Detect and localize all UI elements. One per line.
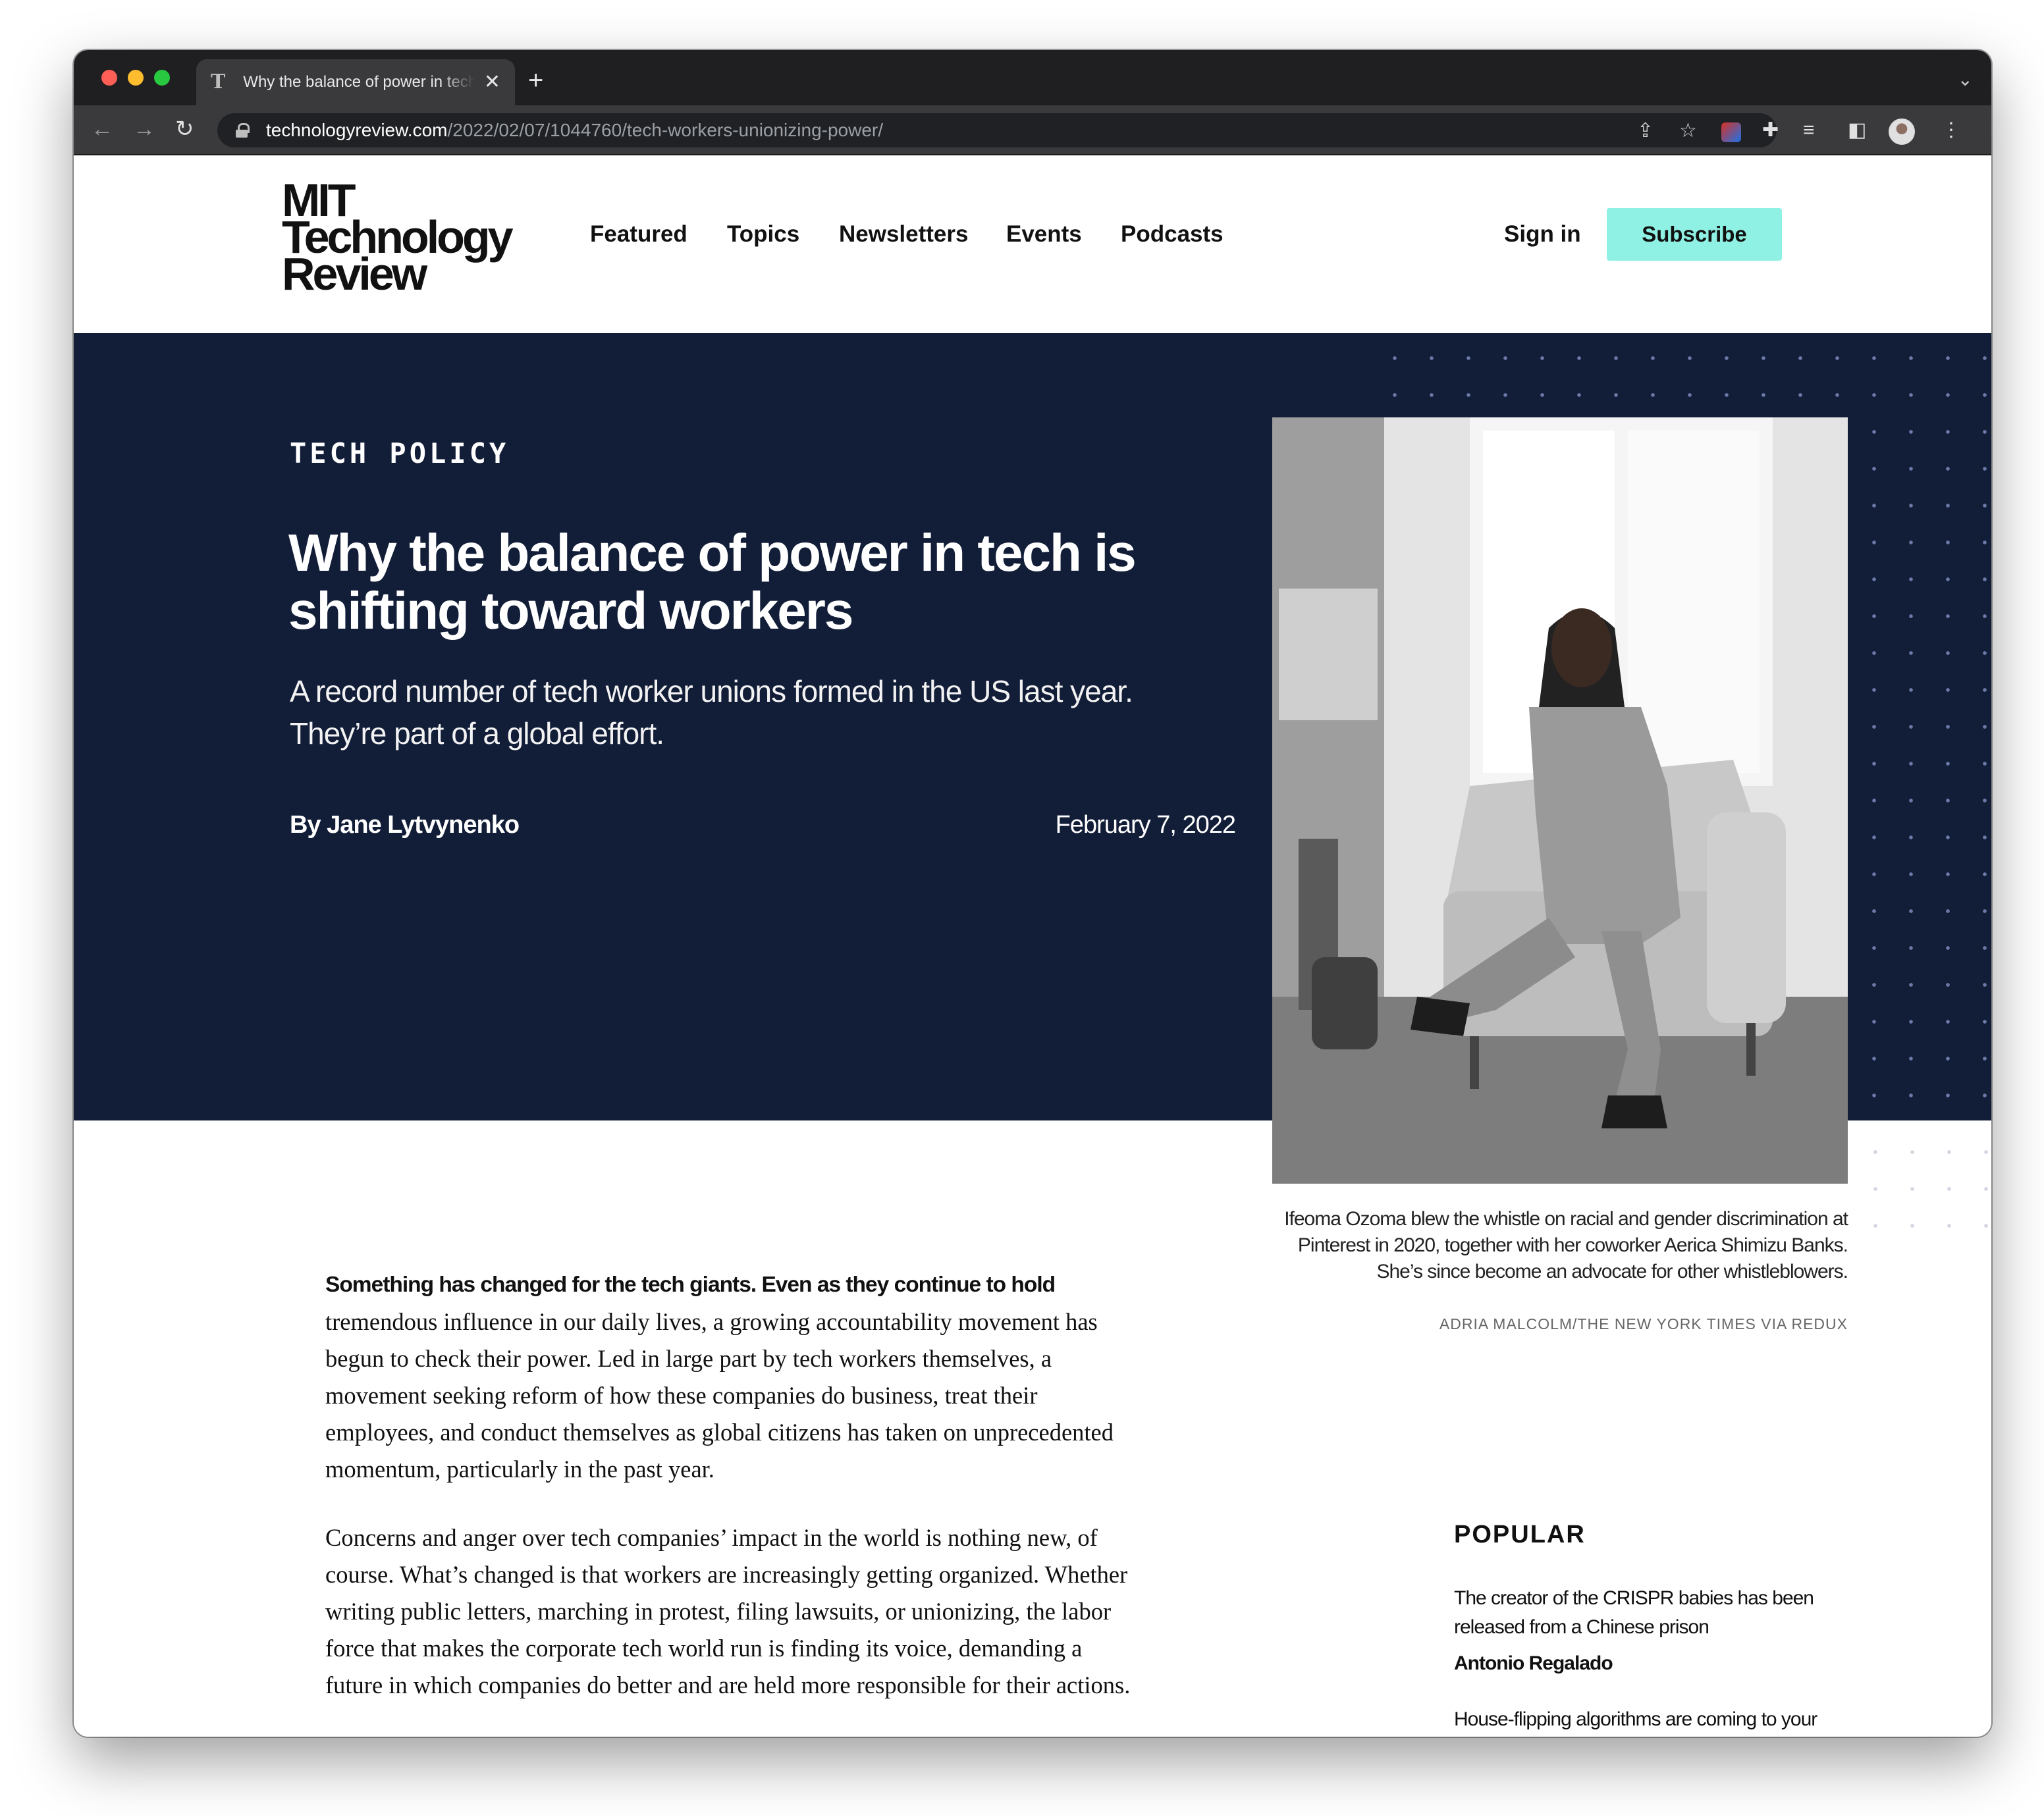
title-bar: T Why the balance of power in tech is sh… (74, 50, 1991, 105)
reload-icon[interactable]: ↻ (175, 116, 194, 142)
nav-podcasts[interactable]: Podcasts (1121, 221, 1224, 248)
nav-events[interactable]: Events (1006, 221, 1082, 248)
photo-credit: ADRIA MALCOLM/THE NEW YORK TIMES VIA RED… (1439, 1315, 1848, 1332)
article-headline: Why the balance of power in tech is shif… (288, 523, 1137, 640)
section-label[interactable]: TECH POLICY (290, 437, 509, 469)
subscribe-button[interactable]: Subscribe (1607, 208, 1782, 261)
portrait-illustration (1272, 417, 1848, 1184)
lede-body: tremendous influence in our daily lives,… (325, 1308, 1114, 1483)
dot-pattern-decoration-light (1852, 1120, 1991, 1259)
new-tab-icon[interactable]: + (528, 67, 543, 93)
profile-avatar[interactable] (1889, 118, 1915, 145)
url-host: technologyreview.com (266, 120, 448, 140)
close-window-button[interactable] (101, 70, 117, 86)
url-path: /2022/02/07/1044760/tech-workers-unioniz… (447, 120, 884, 140)
popular-item-title[interactable]: House-flipping algorithms are coming to … (1454, 1705, 1849, 1737)
nav-newsletters[interactable]: Newsletters (839, 221, 968, 248)
browser-window: T Why the balance of power in tech is sh… (74, 50, 1991, 1737)
share-icon[interactable]: ⇪ (1637, 121, 1654, 141)
forward-icon[interactable]: → (133, 116, 155, 142)
article-dek: A record number of tech worker unions fo… (290, 674, 1133, 750)
browser-toolbar: ← → ↻ technologyreview.com/2022/02/07/10… (74, 105, 1991, 155)
article-paragraph: Concerns and anger over tech companies’ … (325, 1524, 1131, 1698)
publish-date: February 7, 2022 (1055, 811, 1236, 839)
more-menu-icon[interactable]: ⋮ (1941, 120, 1961, 141)
extension-icon[interactable] (1721, 122, 1741, 142)
author-byline[interactable]: By Jane Lytvynenko (290, 811, 520, 839)
back-icon[interactable]: ← (91, 116, 113, 142)
close-tab-icon[interactable]: ✕ (484, 72, 500, 92)
site-header: MIT Technology Review Featured Topics Ne… (74, 155, 1991, 333)
popular-item-title[interactable]: The creator of the CRISPR babies has bee… (1454, 1584, 1849, 1642)
nav-featured[interactable]: Featured (590, 221, 687, 248)
site-logo[interactable]: MIT Technology Review (282, 177, 514, 297)
bookmark-star-icon[interactable]: ☆ (1679, 121, 1697, 141)
address-bar[interactable]: technologyreview.com/2022/02/07/1044760/… (217, 113, 1777, 147)
popular-heading: POPULAR (1454, 1521, 1586, 1548)
sidebar-icon[interactable]: ◧ (1848, 120, 1866, 141)
browser-tab[interactable]: T Why the balance of power in tech is sh… (196, 59, 515, 105)
article-lede: Something has changed for the tech giant… (325, 1265, 1142, 1488)
tab-list-chevron-icon[interactable]: ⌄ (1958, 68, 1973, 90)
nav-topics[interactable]: Topics (727, 221, 799, 248)
web-page: MIT Technology Review Featured Topics Ne… (74, 155, 1991, 1737)
hero-photo (1272, 417, 1848, 1184)
minimize-window-button[interactable] (128, 70, 144, 86)
lock-icon[interactable] (236, 123, 250, 138)
sign-in-link[interactable]: Sign in (1504, 221, 1581, 248)
photo-caption: Ifeoma Ozoma blew the whistle on racial … (1284, 1208, 1848, 1282)
site-favicon-icon: T (211, 70, 226, 93)
media-icon[interactable]: ≡ (1803, 120, 1815, 141)
tab-title: Why the balance of power in tech is shif… (243, 73, 475, 91)
maximize-window-button[interactable] (154, 70, 170, 86)
popular-item-author[interactable]: Antonio Regalado (1454, 1652, 1613, 1675)
lede-lead-in: Something has changed for the tech giant… (325, 1273, 1056, 1297)
puzzle-icon[interactable]: ✚ (1762, 120, 1779, 141)
